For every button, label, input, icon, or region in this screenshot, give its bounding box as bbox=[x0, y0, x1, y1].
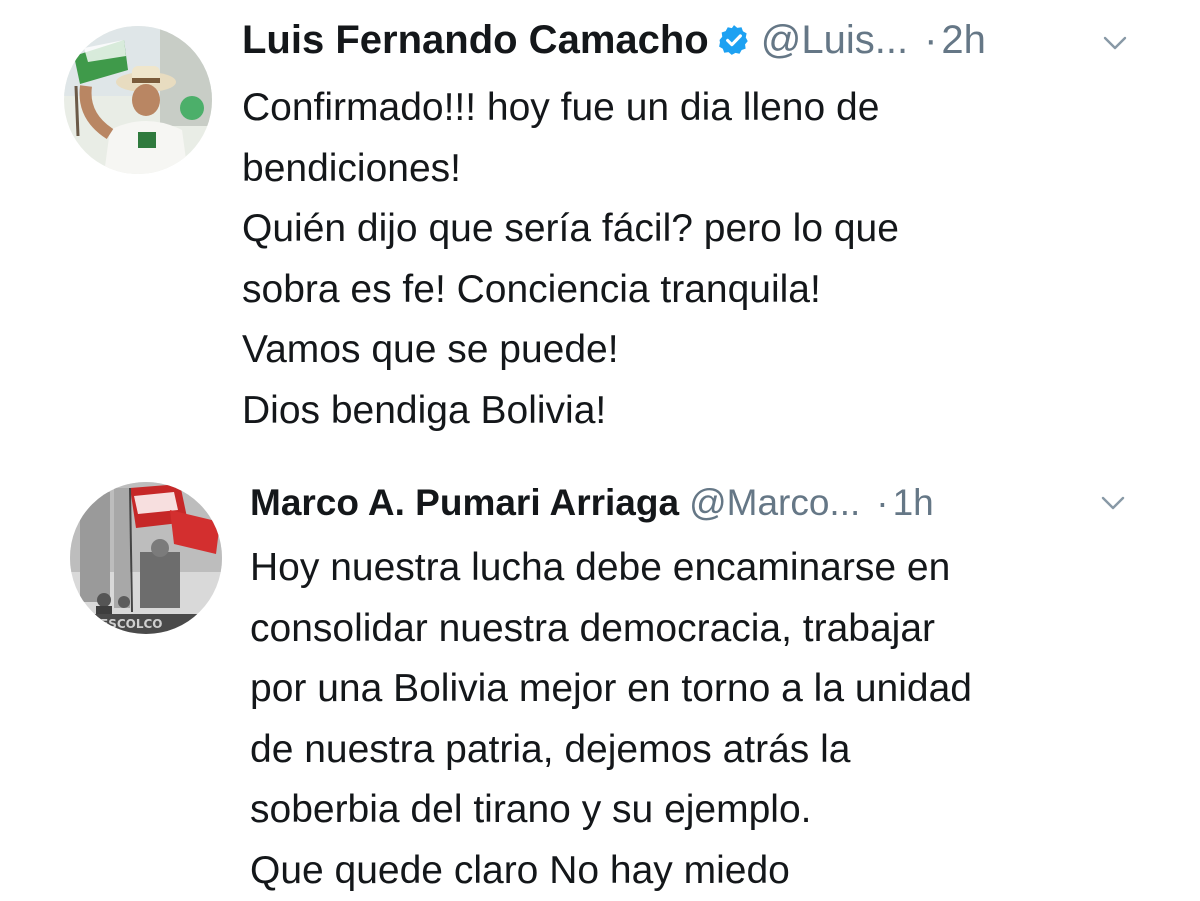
timestamp[interactable]: 1h bbox=[893, 482, 934, 524]
tweet-text-line: Que quede claro No hay miedo bbox=[250, 841, 972, 901]
user-handle[interactable]: @Marco... bbox=[689, 482, 860, 524]
tweet-text-line: soberbia del tirano y su ejemplo. bbox=[250, 780, 972, 841]
svg-text:ESCOLCO: ESCOLCO bbox=[100, 617, 163, 631]
avatar-image: ESCOLCO bbox=[70, 482, 222, 634]
separator-dot: · bbox=[876, 482, 888, 524]
tweet-text-line: Hoy nuestra lucha debe encaminarse en bbox=[250, 538, 972, 599]
verified-badge-icon bbox=[717, 22, 751, 67]
tweet-text: Confirmado!!! hoy fue un dia lleno de be… bbox=[242, 78, 899, 441]
tweet-text-line: de nuestra patria, dejemos atrás la bbox=[250, 720, 972, 781]
chevron-down-icon[interactable] bbox=[1100, 494, 1126, 517]
tweet[interactable]: ESCOLCO Marco A. Pumari Arriaga @Marco..… bbox=[0, 460, 1200, 893]
tweet-text: Hoy nuestra lucha debe encaminarse en co… bbox=[250, 538, 972, 901]
tweet-text-line: bendiciones! bbox=[242, 139, 899, 200]
tweet[interactable]: Luis Fernando Camacho @Luis... · 2h Conf… bbox=[0, 0, 1200, 460]
tweet-text-line: Quién dijo que sería fácil? pero lo que bbox=[242, 199, 899, 260]
tweet-header: Marco A. Pumari Arriaga @Marco... · 1h bbox=[250, 482, 934, 524]
avatar-image bbox=[64, 26, 212, 174]
separator-dot: · bbox=[924, 18, 937, 63]
tweet-text-line: Dios bendiga Bolivia! bbox=[242, 381, 899, 442]
timestamp[interactable]: 2h bbox=[941, 18, 986, 63]
avatar[interactable] bbox=[64, 26, 212, 174]
display-name[interactable]: Marco A. Pumari Arriaga bbox=[250, 482, 679, 524]
tweet-header: Luis Fernando Camacho @Luis... · 2h bbox=[242, 18, 986, 63]
tweet-text-line: Vamos que se puede! bbox=[242, 320, 899, 381]
tweet-text-line: por una Bolivia mejor en torno a la unid… bbox=[250, 659, 972, 720]
tweet-text-line: Confirmado!!! hoy fue un dia lleno de bbox=[242, 78, 899, 139]
tweet-text-line: consolidar nuestra democracia, trabajar bbox=[250, 599, 972, 660]
user-handle[interactable]: @Luis... bbox=[761, 18, 908, 63]
chevron-down-icon[interactable] bbox=[1102, 34, 1128, 57]
avatar[interactable]: ESCOLCO bbox=[70, 482, 222, 634]
display-name[interactable]: Luis Fernando Camacho bbox=[242, 18, 709, 63]
tweet-text-line: sobra es fe! Conciencia tranquila! bbox=[242, 260, 899, 321]
